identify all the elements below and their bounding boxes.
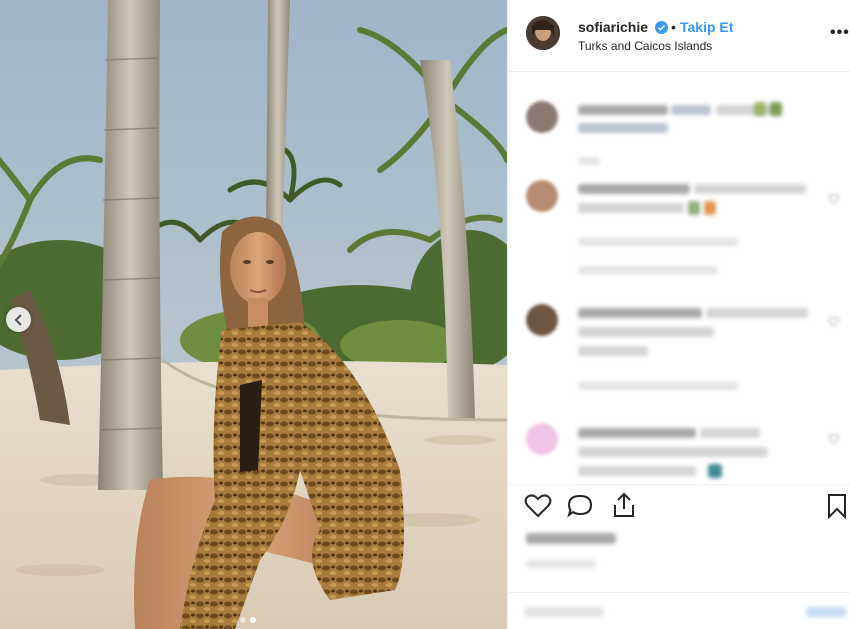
- user-avatar[interactable]: [526, 16, 560, 50]
- carousel-dot-active: [250, 617, 256, 623]
- like-heart-icon[interactable]: [524, 493, 552, 519]
- likes-count-blurred[interactable]: [526, 533, 616, 544]
- more-options-icon[interactable]: •••: [830, 24, 850, 42]
- comment-avatar[interactable]: [526, 101, 558, 133]
- carousel-dot: [240, 617, 246, 623]
- blurred-text: [694, 184, 806, 194]
- blurred-username: [578, 428, 696, 438]
- blurred-username: [578, 308, 702, 318]
- blurred-emoji: [754, 102, 766, 116]
- comment-avatar[interactable]: [526, 304, 558, 336]
- header-separator: •: [671, 19, 676, 35]
- blurred-text: [578, 346, 648, 356]
- carousel-indicator: [240, 617, 256, 623]
- like-comment-icon[interactable]: [828, 433, 840, 445]
- location-link[interactable]: Turks and Caicos Islands: [578, 39, 712, 53]
- blurred-username: [578, 184, 690, 194]
- blurred-meta: [578, 382, 738, 390]
- blurred-text: [700, 428, 760, 438]
- blurred-text: [716, 105, 778, 115]
- blurred-meta: [578, 238, 738, 246]
- previous-slide-button[interactable]: [6, 307, 31, 332]
- comment-bubble-icon[interactable]: [566, 493, 594, 519]
- save-bookmark-icon[interactable]: [826, 493, 848, 519]
- post-comment-button-blurred[interactable]: [806, 607, 846, 617]
- blurred-text: [578, 327, 714, 337]
- follow-button[interactable]: Takip Et: [680, 19, 733, 35]
- blurred-emoji: [770, 102, 782, 116]
- comment-avatar[interactable]: [526, 180, 558, 212]
- blurred-emoji: [688, 201, 700, 215]
- blurred-mention: [671, 105, 711, 115]
- blurred-mention: [578, 123, 668, 133]
- beach-photo: [0, 0, 507, 629]
- blurred-emoji: [704, 201, 716, 215]
- like-comment-icon[interactable]: [828, 193, 840, 205]
- share-icon[interactable]: [610, 491, 638, 519]
- blurred-text: [578, 203, 684, 213]
- post-header: sofiarichie • Takip Et Turks and Caicos …: [508, 0, 850, 72]
- verified-badge-icon: [655, 21, 668, 34]
- like-comment-icon[interactable]: [828, 316, 840, 328]
- blurred-timestamp: [578, 157, 600, 165]
- blurred-text: [706, 308, 808, 318]
- comment-avatar[interactable]: [526, 423, 558, 455]
- comment-input-blurred[interactable]: [524, 607, 604, 617]
- post-actions: [508, 484, 850, 629]
- comments-list: [508, 73, 850, 483]
- add-comment-bar: [508, 592, 850, 629]
- blurred-text: [578, 447, 768, 457]
- blurred-emoji: [708, 464, 722, 478]
- blurred-view-replies: [578, 266, 718, 274]
- chevron-left-icon: [14, 313, 22, 326]
- post-timestamp-blurred: [526, 560, 596, 568]
- post-photo[interactable]: [0, 0, 507, 629]
- blurred-username: [578, 105, 668, 115]
- post-sidebar: sofiarichie • Takip Et Turks and Caicos …: [507, 0, 850, 629]
- blurred-text: [578, 466, 696, 476]
- username-link[interactable]: sofiarichie: [578, 19, 648, 35]
